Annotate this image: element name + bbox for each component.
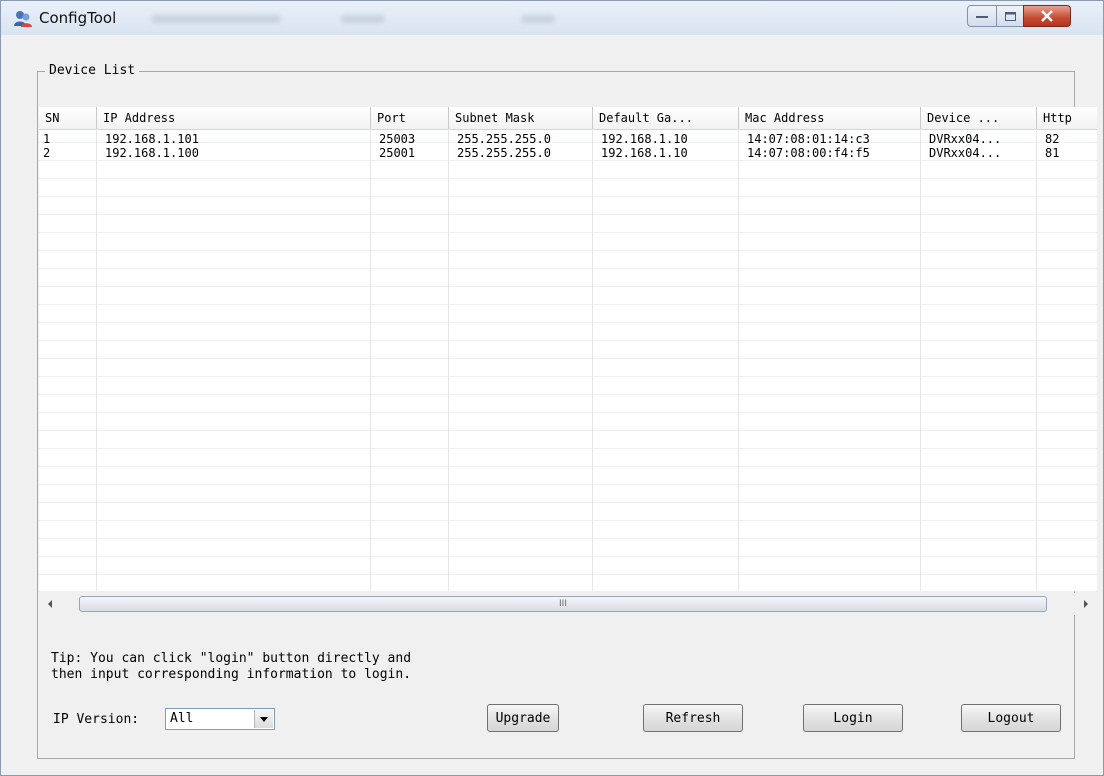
cell-ip-address: 192.168.1.101 bbox=[105, 132, 199, 146]
column-header-device-type[interactable]: Device ... bbox=[921, 107, 1037, 129]
column-header-mac-address[interactable]: Mac Address bbox=[739, 107, 921, 129]
cell-http: 81 bbox=[1045, 146, 1060, 160]
scroll-left-button[interactable] bbox=[39, 593, 61, 615]
close-icon bbox=[1041, 10, 1053, 22]
login-button[interactable]: Login bbox=[803, 704, 903, 732]
column-divider bbox=[96, 129, 97, 591]
cell-device-type: DVRxx04... bbox=[929, 132, 1002, 146]
column-divider bbox=[1036, 129, 1037, 591]
blurred-background-title bbox=[341, 15, 385, 23]
minimize-icon bbox=[976, 16, 988, 18]
column-header-http[interactable]: Http bbox=[1037, 107, 1097, 129]
ip-version-label: IP Version: bbox=[53, 712, 140, 727]
column-divider bbox=[448, 129, 449, 591]
cell-port: 25003 bbox=[379, 132, 416, 146]
blurred-background-title bbox=[521, 15, 555, 23]
cell-port: 25001 bbox=[379, 146, 416, 160]
cell-ip-address: 192.168.1.100 bbox=[105, 146, 199, 160]
dropdown-button[interactable] bbox=[254, 710, 273, 728]
arrow-right-icon bbox=[1084, 600, 1088, 608]
scroll-right-button[interactable] bbox=[1075, 593, 1097, 615]
column-header-sn[interactable]: SN bbox=[39, 107, 97, 129]
refresh-button[interactable]: Refresh bbox=[643, 704, 743, 732]
column-divider bbox=[370, 129, 371, 591]
column-header-port[interactable]: Port bbox=[371, 107, 449, 129]
ip-version-select[interactable]: All bbox=[165, 708, 275, 730]
cell-subnet-mask: 255.255.255.0 bbox=[457, 146, 551, 160]
cell-default-gateway: 192.168.1.10 bbox=[601, 132, 688, 146]
column-header-default-gateway[interactable]: Default Ga... bbox=[593, 107, 739, 129]
cell-mac-address: 14:07:08:01:14:c3 bbox=[747, 132, 870, 146]
cell-sn: 2 bbox=[43, 146, 51, 160]
device-list-table[interactable]: SN IP Address Port Subnet Mask Default G… bbox=[39, 107, 1097, 591]
upgrade-button[interactable]: Upgrade bbox=[487, 704, 559, 732]
table-row[interactable]: 1 192.168.1.101 25003 255.255.255.0 192.… bbox=[39, 132, 1097, 146]
maximize-button[interactable] bbox=[996, 5, 1024, 27]
column-header-ip-address[interactable]: IP Address bbox=[97, 107, 371, 129]
arrow-left-icon bbox=[48, 600, 52, 608]
scrollbar-grip: III bbox=[559, 599, 567, 609]
horizontal-scrollbar[interactable]: III bbox=[39, 593, 1097, 615]
column-divider bbox=[592, 129, 593, 591]
cell-default-gateway: 192.168.1.10 bbox=[601, 146, 688, 160]
login-tip-text: Tip: You can click "login" button direct… bbox=[51, 651, 412, 682]
close-button[interactable] bbox=[1023, 5, 1071, 27]
column-header-subnet-mask[interactable]: Subnet Mask bbox=[449, 107, 593, 129]
minimize-button[interactable] bbox=[967, 5, 997, 27]
table-row[interactable]: 2 192.168.1.100 25001 255.255.255.0 192.… bbox=[39, 146, 1097, 160]
chevron-down-icon bbox=[260, 716, 268, 722]
column-divider bbox=[920, 129, 921, 591]
table-header: SN IP Address Port Subnet Mask Default G… bbox=[39, 107, 1097, 130]
window-title: ConfigTool bbox=[39, 9, 117, 27]
cell-device-type: DVRxx04... bbox=[929, 146, 1002, 160]
cell-http: 82 bbox=[1045, 132, 1060, 146]
cell-subnet-mask: 255.255.255.0 bbox=[457, 132, 551, 146]
title-bar[interactable]: ConfigTool bbox=[1, 1, 1103, 35]
config-tool-window: ConfigTool Device List SN IP Address Por… bbox=[0, 0, 1104, 776]
cell-sn: 1 bbox=[43, 132, 51, 146]
scrollbar-thumb[interactable]: III bbox=[79, 596, 1047, 612]
ip-version-value: All bbox=[170, 711, 194, 726]
maximize-icon bbox=[1004, 11, 1016, 21]
device-list-group-label: Device List bbox=[45, 63, 140, 78]
logout-button[interactable]: Logout bbox=[961, 704, 1061, 732]
column-divider bbox=[738, 129, 739, 591]
app-users-icon bbox=[14, 11, 32, 27]
blurred-background-title bbox=[151, 15, 281, 23]
cell-mac-address: 14:07:08:00:f4:f5 bbox=[747, 146, 870, 160]
